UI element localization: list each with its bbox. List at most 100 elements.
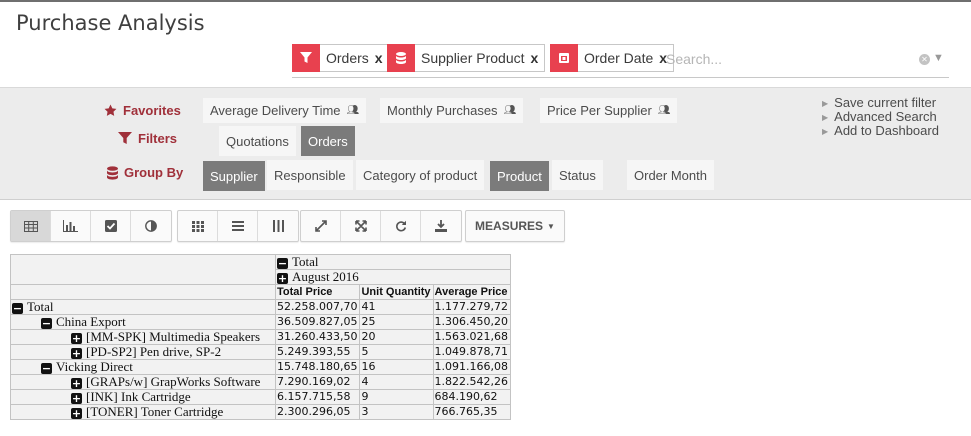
- favorite-monthly-purchases[interactable]: Monthly Purchases 👥︎: [380, 98, 524, 123]
- cell-unit-quantity: 9: [359, 389, 434, 405]
- filter-orders[interactable]: Orders: [301, 126, 355, 156]
- facet-label: Supplier Product: [421, 50, 525, 66]
- expand-icon: +: [277, 272, 288, 285]
- table-row: + [GRAPs/w] GrapWorks Software 7.290.169,…: [10, 374, 512, 390]
- groupby-section-label: Group By: [107, 165, 183, 180]
- groupby-responsible[interactable]: Responsible: [267, 160, 353, 190]
- download-button[interactable]: [421, 211, 461, 241]
- row-header-product[interactable]: + [INK] Ink Cartridge: [10, 389, 276, 405]
- columns-layout-button[interactable]: [258, 211, 298, 241]
- table-row: + [TONER] Toner Cartridge 2.300.296,05 3 …: [10, 404, 512, 420]
- collapse-icon: −: [277, 257, 288, 270]
- groupby-order-month[interactable]: Order Month: [627, 160, 714, 190]
- cell-average-price: 766.765,35: [432, 404, 512, 420]
- caret-down-icon: ▼: [547, 221, 555, 231]
- flip-axis-button[interactable]: [341, 211, 381, 241]
- check-square-icon: [104, 220, 117, 232]
- table-row: + [PD-SP2] Pen drive, SP-2 5.249.393,55 5…: [10, 344, 512, 360]
- table-row: + [MM-SPK] Multimedia Speakers 31.260.433…: [10, 329, 512, 345]
- database-icon: [387, 43, 415, 72]
- collapse-icon: −: [41, 317, 52, 330]
- star-icon: [104, 104, 117, 116]
- groupby-supplier[interactable]: Supplier: [203, 161, 265, 191]
- row-header-product[interactable]: + [GRAPs/w] GrapWorks Software: [10, 374, 276, 390]
- bar-chart-icon: [63, 220, 78, 232]
- cell-total-price: 52.258.007,70: [274, 299, 361, 315]
- pie-view-button[interactable]: [131, 211, 171, 241]
- reload-button[interactable]: [381, 211, 421, 241]
- filter-quotations[interactable]: Quotations: [219, 126, 296, 156]
- groupby-category-of-product[interactable]: Category of product: [356, 160, 485, 190]
- col-header-total[interactable]: − Total: [274, 254, 512, 270]
- table-view-button[interactable]: [11, 211, 51, 241]
- cell-average-price: 1.563.021,68: [432, 329, 512, 345]
- users-icon: 👥︎: [657, 105, 671, 116]
- row-header-product[interactable]: + [PD-SP2] Pen drive, SP-2: [10, 344, 276, 360]
- row-header-supplier[interactable]: − Vicking Direct: [10, 359, 276, 375]
- bar-chart-view-button[interactable]: [51, 211, 91, 241]
- users-icon: 👥︎: [503, 105, 517, 116]
- groupby-product[interactable]: Product: [490, 161, 549, 191]
- favorite-price-per-supplier[interactable]: Price Per Supplier 👥︎: [540, 98, 678, 123]
- grid-layout-button[interactable]: [178, 211, 218, 241]
- expand-icon: +: [71, 377, 82, 390]
- search-options-caret-icon[interactable]: ▼: [933, 52, 944, 64]
- save-current-filter-link[interactable]: ▶ Save current filter: [822, 95, 936, 110]
- search-input[interactable]: [666, 49, 906, 69]
- table-row: + [INK] Ink Cartridge 6.157.715,58 9 684.…: [10, 389, 512, 405]
- caret-right-icon: ▶: [822, 99, 829, 108]
- row-header-supplier[interactable]: − China Export: [10, 314, 276, 330]
- measure-header[interactable]: Unit Quantity: [359, 284, 434, 300]
- measures-dropdown-button[interactable]: MEASURES ▼: [465, 210, 565, 242]
- cell-unit-quantity: 20: [359, 329, 434, 345]
- cell-total-price: 7.290.169,02: [274, 374, 361, 390]
- layout-group: [177, 210, 299, 242]
- measure-header[interactable]: Average Price: [432, 284, 512, 300]
- expand-icon: +: [71, 392, 82, 405]
- facet-groupby[interactable]: Supplier Product x: [387, 43, 546, 72]
- collapse-icon: −: [12, 302, 23, 315]
- page-title: Purchase Analysis: [16, 11, 205, 35]
- table-row: − Total 52.258.007,70 41 1.177.279,72: [10, 299, 512, 315]
- pivot-table: − Total + August 2016 Total Price Unit Qua…: [10, 254, 512, 420]
- checkbox-view-button[interactable]: [91, 211, 131, 241]
- table-icon: [23, 220, 38, 232]
- row-header-total[interactable]: − Total: [10, 299, 276, 315]
- cell-total-price: 5.249.393,55: [274, 344, 361, 360]
- pivot-header-row: − Total: [10, 254, 512, 285]
- filter-icon: [118, 132, 132, 144]
- half-circle-icon: [145, 220, 157, 232]
- cell-unit-quantity: 41: [359, 299, 434, 315]
- col-header-period[interactable]: + August 2016: [274, 269, 512, 285]
- cell-unit-quantity: 5: [359, 344, 434, 360]
- add-to-dashboard-link[interactable]: ▶ Add to Dashboard: [822, 123, 939, 138]
- facet-remove-button[interactable]: x: [531, 50, 545, 66]
- list-layout-button[interactable]: [218, 211, 258, 241]
- favorite-average-delivery-time[interactable]: Average Delivery Time 👥︎: [203, 98, 367, 123]
- pivot-corner: [10, 284, 276, 300]
- calendar-icon: [550, 43, 578, 72]
- clear-search-icon[interactable]: ✕: [919, 54, 930, 65]
- list-icon: [231, 221, 244, 231]
- columns-icon: [272, 220, 284, 232]
- expand-icon: +: [71, 407, 82, 420]
- row-header-product[interactable]: + [MM-SPK] Multimedia Speakers: [10, 329, 276, 345]
- cell-average-price: 1.177.279,72: [432, 299, 512, 315]
- pivot-measure-row: Total Price Unit Quantity Average Price: [10, 284, 512, 300]
- users-icon: 👥︎: [346, 105, 360, 116]
- actions-group: [300, 210, 462, 242]
- advanced-search-link[interactable]: ▶ Advanced Search: [822, 109, 937, 124]
- groupby-status[interactable]: Status: [552, 160, 603, 190]
- database-icon: [107, 165, 118, 180]
- facet-order-date[interactable]: Order Date x: [550, 43, 675, 72]
- search-bar[interactable]: Orders x Supplier Product x Order Date x…: [292, 43, 949, 78]
- expand-icon: +: [71, 347, 82, 360]
- measure-header[interactable]: Total Price: [274, 284, 361, 300]
- collapse-icon: −: [41, 362, 52, 375]
- cell-total-price: 36.509.827,05: [274, 314, 361, 330]
- cell-unit-quantity: 25: [359, 314, 434, 330]
- row-header-product[interactable]: + [TONER] Toner Cartridge: [10, 404, 276, 420]
- facet-orders[interactable]: Orders x: [292, 43, 390, 72]
- facet-label: Orders: [326, 50, 369, 66]
- expand-all-button[interactable]: [301, 211, 341, 241]
